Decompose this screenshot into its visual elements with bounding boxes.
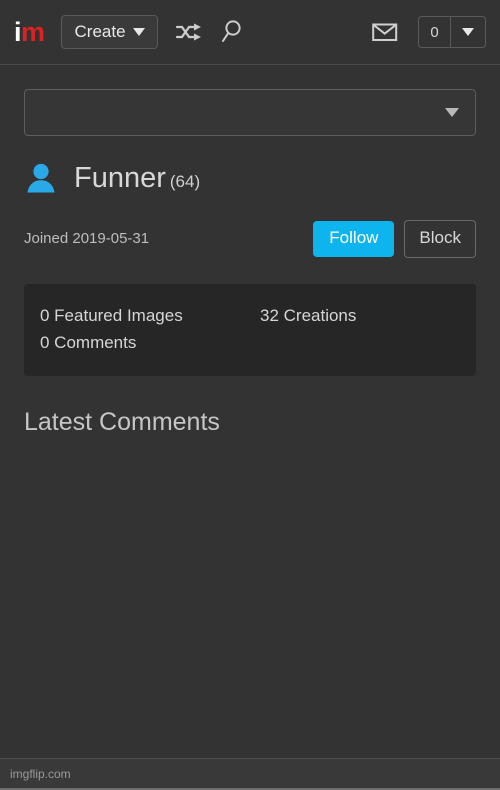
page-title: Funner (64): [74, 161, 201, 194]
logo-letter-m: m: [21, 16, 45, 47]
stat-creations: 32 Creations: [260, 305, 357, 325]
footer-watermark-bar: imgflip.com: [0, 758, 500, 790]
chevron-down-icon: [445, 108, 459, 117]
notifications-dropdown-button[interactable]: [451, 17, 485, 47]
chevron-down-icon: [132, 27, 145, 36]
chevron-down-icon: [462, 28, 474, 36]
profile-header: Funner (64): [24, 161, 476, 195]
stats-row-top: 0 Featured Images 32 Creations: [40, 302, 460, 329]
profile-stats-box: 0 Featured Images 32 Creations 0 Comment…: [24, 283, 476, 376]
search-icon[interactable]: [220, 19, 244, 45]
stat-comments: 0 Comments: [40, 332, 137, 352]
mail-icon[interactable]: [372, 22, 398, 42]
imgflip-logo[interactable]: im: [14, 16, 45, 47]
create-button-label: Create: [74, 22, 126, 41]
page-content: Funner (64) Joined 2019-05-31 Follow Bloc…: [0, 89, 500, 435]
filter-select[interactable]: [24, 89, 476, 136]
block-button[interactable]: Block: [404, 220, 476, 258]
stats-row-bottom: 0 Comments: [40, 329, 460, 356]
profile-username: Funner: [74, 161, 166, 194]
shuffle-icon[interactable]: [175, 21, 203, 43]
user-avatar-icon: [24, 161, 58, 195]
logo-letter-i: i: [14, 16, 22, 47]
notifications-group: 0: [418, 16, 486, 48]
site-header: im Create 0: [0, 0, 500, 65]
profile-points: (64): [169, 171, 201, 191]
joined-date: Joined 2019-05-31: [24, 230, 150, 248]
notification-count[interactable]: 0: [419, 17, 451, 47]
watermark-text: imgflip.com: [10, 766, 71, 781]
follow-button[interactable]: Follow: [313, 221, 395, 257]
profile-actions: Follow Block: [313, 220, 476, 258]
header-right-group: 0: [355, 16, 486, 48]
stat-featured-images: 0 Featured Images: [40, 305, 183, 325]
latest-comments-title: Latest Comments: [24, 407, 220, 436]
create-button[interactable]: Create: [60, 15, 158, 49]
profile-meta-row: Joined 2019-05-31 Follow Block: [24, 220, 476, 258]
